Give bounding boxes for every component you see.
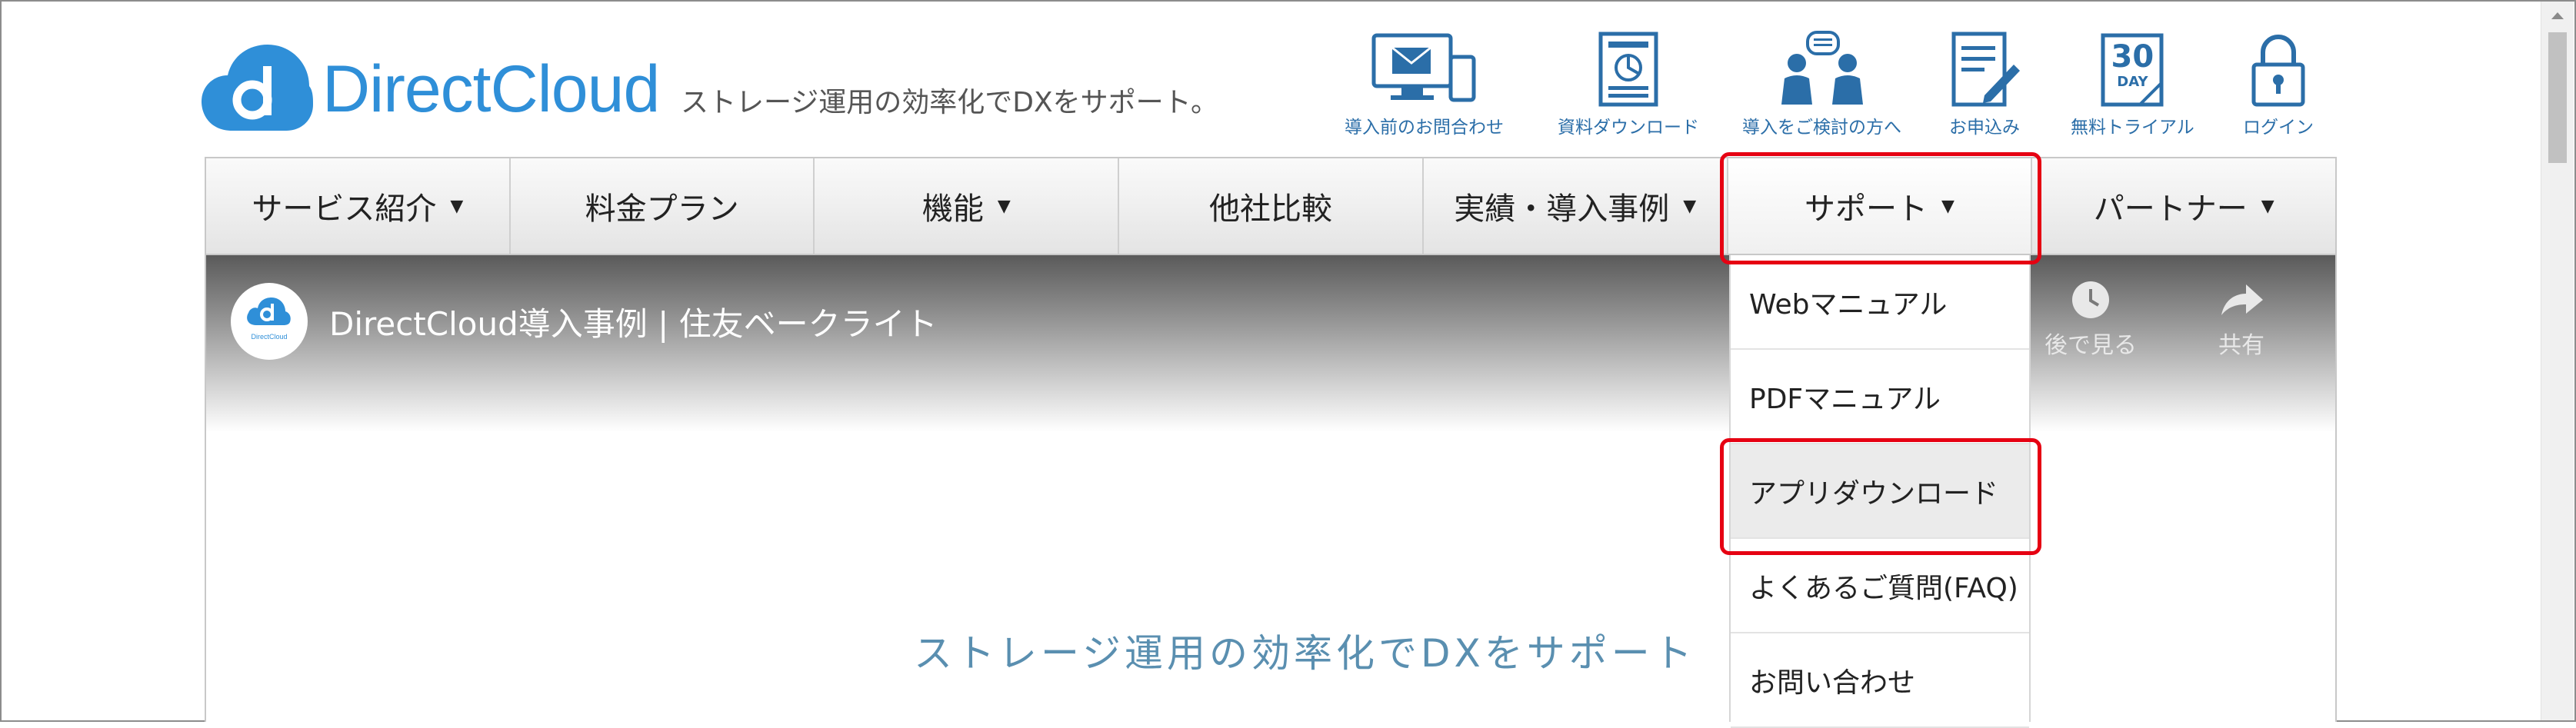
nav-item-comparison[interactable]: 他社比較 — [1119, 158, 1424, 254]
toplink-label: 導入をご検討の方へ — [1742, 118, 1901, 138]
cloud-logo-icon: DirectCloud — [247, 298, 291, 341]
avatar-brand-text: DirectCloud — [251, 333, 287, 341]
brand-logo[interactable]: DirectCloud — [202, 45, 660, 134]
cloud-logo-icon — [202, 45, 313, 131]
toplink-contact[interactable]: 導入前のお問合わせ — [1345, 31, 1504, 138]
brand-tagline: ストレージ運用の効率化でDXをサポート。 — [681, 87, 1218, 118]
video-frame-caption: ストレージ運用の効率化でDXをサポート — [914, 631, 1696, 676]
caret-down-icon: ▼ — [997, 196, 1011, 216]
share-button[interactable]: 共有 — [2218, 280, 2264, 360]
video-title[interactable]: DirectCloud導入事例 | 住友ベークライト — [329, 298, 938, 345]
calendar-day-label: DAY — [2117, 74, 2148, 90]
scroll-up-arrow-icon[interactable] — [2541, 2, 2574, 31]
highlight-support-nav — [1720, 152, 2041, 264]
toplink-consider[interactable]: 導入をご検討の方へ — [1742, 31, 1901, 138]
channel-avatar[interactable]: DirectCloud — [231, 283, 308, 360]
caret-down-icon: ▼ — [450, 196, 464, 216]
nav-item-features[interactable]: 機能 ▼ — [815, 158, 1120, 254]
lock-icon — [2251, 35, 2305, 107]
toplink-label: 資料ダウンロード — [1558, 118, 1699, 138]
clock-icon — [2072, 281, 2109, 318]
nav-label: 機能 — [921, 191, 984, 227]
nav-item-cases[interactable]: 実績・導入事例 ▼ — [1424, 158, 1728, 254]
toplink-apply[interactable]: お申込み — [1946, 31, 2023, 138]
people-chat-icon — [1781, 31, 1863, 105]
toplink-label: 導入前のお問合わせ — [1345, 118, 1504, 138]
calendar-day-number: 30 — [2111, 39, 2154, 75]
share-arrow-icon — [2221, 284, 2263, 315]
scroll-thumb[interactable] — [2548, 32, 2567, 163]
nav-label: 実績・導入事例 — [1454, 191, 1670, 227]
watch-later-label: 後で見る — [2044, 332, 2137, 359]
caret-down-icon: ▼ — [2261, 196, 2274, 216]
nav-item-pricing[interactable]: 料金プラン — [511, 158, 815, 254]
nav-item-partner[interactable]: パートナー ▼ — [2032, 158, 2335, 254]
nav-item-services[interactable]: サービス紹介 ▼ — [206, 158, 511, 254]
vertical-scrollbar[interactable] — [2541, 2, 2574, 720]
toplink-download[interactable]: 資料ダウンロード — [1558, 31, 1699, 138]
document-icon — [1598, 32, 1658, 107]
nav-label: サービス紹介 — [252, 191, 437, 227]
toplink-label: お申込み — [1949, 118, 2020, 138]
toplink-login[interactable]: ログイン — [2240, 31, 2317, 138]
dropdown-item-web-manual[interactable]: Webマニュアル — [1731, 255, 2029, 350]
highlight-app-download — [1720, 438, 2041, 555]
dropdown-item-contact[interactable]: お問い合わせ — [1731, 633, 2029, 728]
toplink-label: ログイン — [2243, 118, 2314, 138]
calendar-30-icon: 30 DAY — [2094, 31, 2171, 108]
nav-label: 料金プラン — [585, 191, 739, 227]
watch-later-button[interactable]: 後で見る — [2044, 280, 2137, 360]
dropdown-item-pdf-manual[interactable]: PDFマニュアル — [1731, 350, 2029, 444]
monitor-mail-icon — [1371, 33, 1475, 102]
share-label: 共有 — [2218, 332, 2264, 359]
nav-label: パートナー — [2093, 191, 2248, 227]
brand-name: DirectCloud — [322, 52, 660, 126]
form-pen-icon — [1951, 32, 2020, 107]
nav-label: 他社比較 — [1209, 191, 1333, 227]
toplink-trial[interactable]: 30 DAY 無料トライアル — [2071, 31, 2194, 138]
toplink-label: 無料トライアル — [2071, 118, 2194, 138]
caret-down-icon: ▼ — [1683, 196, 1697, 216]
